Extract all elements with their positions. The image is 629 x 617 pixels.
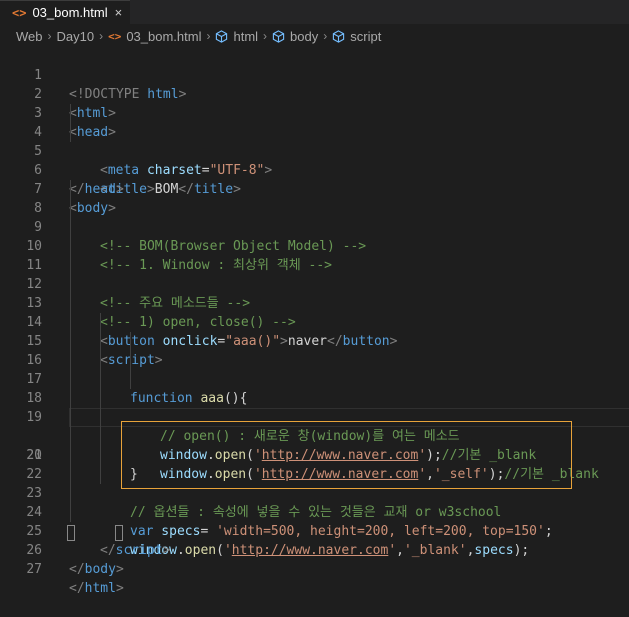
- code-token: </: [69, 562, 85, 577]
- element-cube-icon: [216, 29, 228, 43]
- indent-guide: [70, 294, 71, 313]
- indent-guide: [100, 427, 101, 446]
- close-icon[interactable]: ×: [115, 5, 123, 20]
- element-cube-icon: [272, 29, 285, 43]
- code-line[interactable]: 10: [0, 218, 629, 254]
- code-line[interactable]: 19 }: [0, 389, 629, 482]
- indent-guide: [70, 237, 71, 256]
- code-line[interactable]: 18 window.open('http://www.naver.com','_…: [0, 370, 629, 482]
- indent-guide: [100, 351, 101, 370]
- code-token: </: [69, 581, 85, 596]
- code-line[interactable]: 23 window.open('http://www.naver.com','_…: [0, 465, 629, 558]
- code-line[interactable]: 1 <!DOCTYPE html>: [0, 47, 629, 102]
- code-line[interactable]: 11 <!-- 주요 메소드들 -->: [0, 237, 629, 311]
- code-line-current[interactable]: 20: [0, 408, 629, 463]
- breadcrumb-item-script[interactable]: script: [350, 29, 381, 44]
- indent-guide: [70, 275, 71, 294]
- code-line[interactable]: 26 </body>: [0, 522, 629, 577]
- breadcrumb-item-body[interactable]: body: [290, 29, 318, 44]
- code-line[interactable]: 14 <script>: [0, 294, 629, 368]
- indent-guide: [70, 313, 71, 332]
- code-line[interactable]: 22 var specs= 'width=500, height=200, le…: [0, 446, 629, 539]
- indent-guide: [70, 332, 71, 351]
- code-line[interactable]: 16 // open() : 새로운 창(window)를 여는 메소드: [0, 332, 629, 444]
- code-line[interactable]: 17 window.open('http://www.naver.com');/…: [0, 351, 629, 463]
- code-line[interactable]: 4 <meta charset="UTF-8">: [0, 104, 629, 178]
- editor-tab[interactable]: <> 03_bom.html ×: [0, 0, 130, 24]
- code-line[interactable]: 25: [0, 503, 629, 539]
- code-line[interactable]: 5 <title>BOM</title>: [0, 123, 629, 197]
- code-line[interactable]: 27 </html>: [0, 541, 629, 596]
- html-file-icon: <>: [12, 5, 27, 20]
- indent-guide: [100, 332, 101, 351]
- code-token: >: [115, 581, 124, 596]
- indent-guide: [130, 351, 131, 370]
- breadcrumb-item-html[interactable]: html: [233, 29, 258, 44]
- line-number: 27: [26, 562, 42, 577]
- code-line[interactable]: 9 <!-- 1. Window : 최상위 객체 -->: [0, 199, 629, 273]
- bracket-match-close: [115, 525, 123, 541]
- indent-guide: [70, 465, 71, 484]
- code-token: >: [115, 562, 124, 577]
- code-line[interactable]: 3 <head>: [0, 85, 629, 140]
- indent-guide: [100, 408, 101, 427]
- indent-guide: [70, 408, 71, 427]
- code-line[interactable]: 24 </script>: [0, 484, 629, 558]
- indent-guide: [100, 389, 101, 408]
- code-text: </html>: [69, 579, 124, 598]
- code-line[interactable]: 21 // 옵션들 : 속성에 넣을 수 있는 것들은 교재 or w3scho…: [0, 427, 629, 520]
- chevron-right-icon: ›: [47, 29, 52, 43]
- code-line[interactable]: 15 function aaa(){: [0, 313, 629, 406]
- indent-guide: [100, 446, 101, 465]
- code-text: </body>: [69, 560, 124, 579]
- indent-guide: [70, 199, 71, 218]
- code-line[interactable]: 2 <html>: [0, 66, 629, 121]
- breadcrumb-item-day10[interactable]: Day10: [57, 29, 95, 44]
- indent-guide: [70, 446, 71, 465]
- code-editor[interactable]: 1 <!DOCTYPE html> 2 <html> 3 <head> 4 <m…: [0, 47, 629, 596]
- code-line[interactable]: 6 </head>: [0, 142, 629, 197]
- code-line[interactable]: 7 <body>: [0, 161, 629, 216]
- code-token: body: [84, 562, 116, 577]
- tab-bar: <> 03_bom.html ×: [0, 0, 629, 24]
- html-file-icon: <>: [108, 29, 122, 43]
- code-line[interactable]: 8 <!-- BOM(Browser Object Model) -->: [0, 180, 629, 254]
- indent-guide: [100, 370, 101, 389]
- indent-guide: [70, 484, 71, 503]
- chevron-right-icon: ›: [206, 29, 211, 43]
- indent-guide: [130, 370, 131, 389]
- breadcrumb-item-file[interactable]: 03_bom.html: [126, 29, 201, 44]
- element-cube-icon: [333, 29, 345, 43]
- current-line-highlight: [69, 408, 629, 427]
- indent-guide: [70, 104, 71, 123]
- code-line[interactable]: 13 <button onclick="aaa()">naver</button…: [0, 275, 629, 349]
- breadcrumb: Web › Day10 › <> 03_bom.html › html › bo…: [0, 24, 629, 48]
- indent-guide: [70, 389, 71, 408]
- indent-guide: [70, 218, 71, 237]
- indent-guide: [70, 370, 71, 389]
- chevron-right-icon: ›: [99, 29, 104, 43]
- chevron-right-icon: ›: [323, 29, 328, 43]
- indent-guide: [70, 123, 71, 142]
- indent-guide: [100, 465, 101, 484]
- bracket-match-open: [67, 525, 75, 541]
- indent-guide: [70, 427, 71, 446]
- code-line[interactable]: 12 <!-- 1) open, close() -->: [0, 256, 629, 330]
- tab-filename: 03_bom.html: [32, 5, 108, 20]
- indent-guide: [100, 313, 101, 332]
- indent-guide: [70, 180, 71, 199]
- code-token: html: [84, 581, 116, 596]
- indent-guide: [70, 256, 71, 275]
- indent-guide: [70, 351, 71, 370]
- breadcrumb-item-web[interactable]: Web: [16, 29, 43, 44]
- chevron-right-icon: ›: [263, 29, 268, 43]
- indent-guide: [130, 332, 131, 351]
- indent-guide: [70, 503, 71, 522]
